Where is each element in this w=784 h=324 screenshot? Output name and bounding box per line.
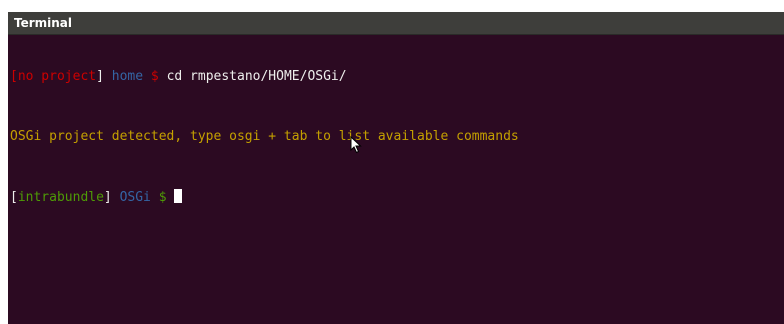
window-title: Terminal [14,16,73,30]
bracket-close: ] [96,69,104,84]
output-message: OSGi project detected, type osgi + tab t… [10,129,519,144]
current-directory: home [111,69,144,84]
terminal-line-3: [intrabundle] OSGi $ [10,189,784,205]
terminal-line-1: [no project] home $ cd rmpestano/HOME/OS… [10,69,784,84]
bracket-open: [ [10,190,18,205]
current-directory: OSGi [119,190,151,205]
prompt-symbol: $ [150,69,159,84]
command-text: cd rmpestano/HOME/OSGi/ [166,69,347,84]
title-bar[interactable]: Terminal [8,12,784,35]
project-name: no project [17,69,97,84]
project-name: intrabundle [17,190,104,205]
bracket-open: [ [10,69,18,84]
terminal-line-2: OSGi project detected, type osgi + tab t… [10,129,784,144]
prompt-symbol: $ [158,190,167,205]
mouse-pointer-icon [350,136,362,154]
terminal-output[interactable]: [no project] home $ cd rmpestano/HOME/OS… [8,36,784,324]
terminal-window: Terminal [no project] home $ cd rmpestan… [8,12,784,324]
bracket-close: ] [103,190,112,205]
text-cursor[interactable] [174,189,183,203]
